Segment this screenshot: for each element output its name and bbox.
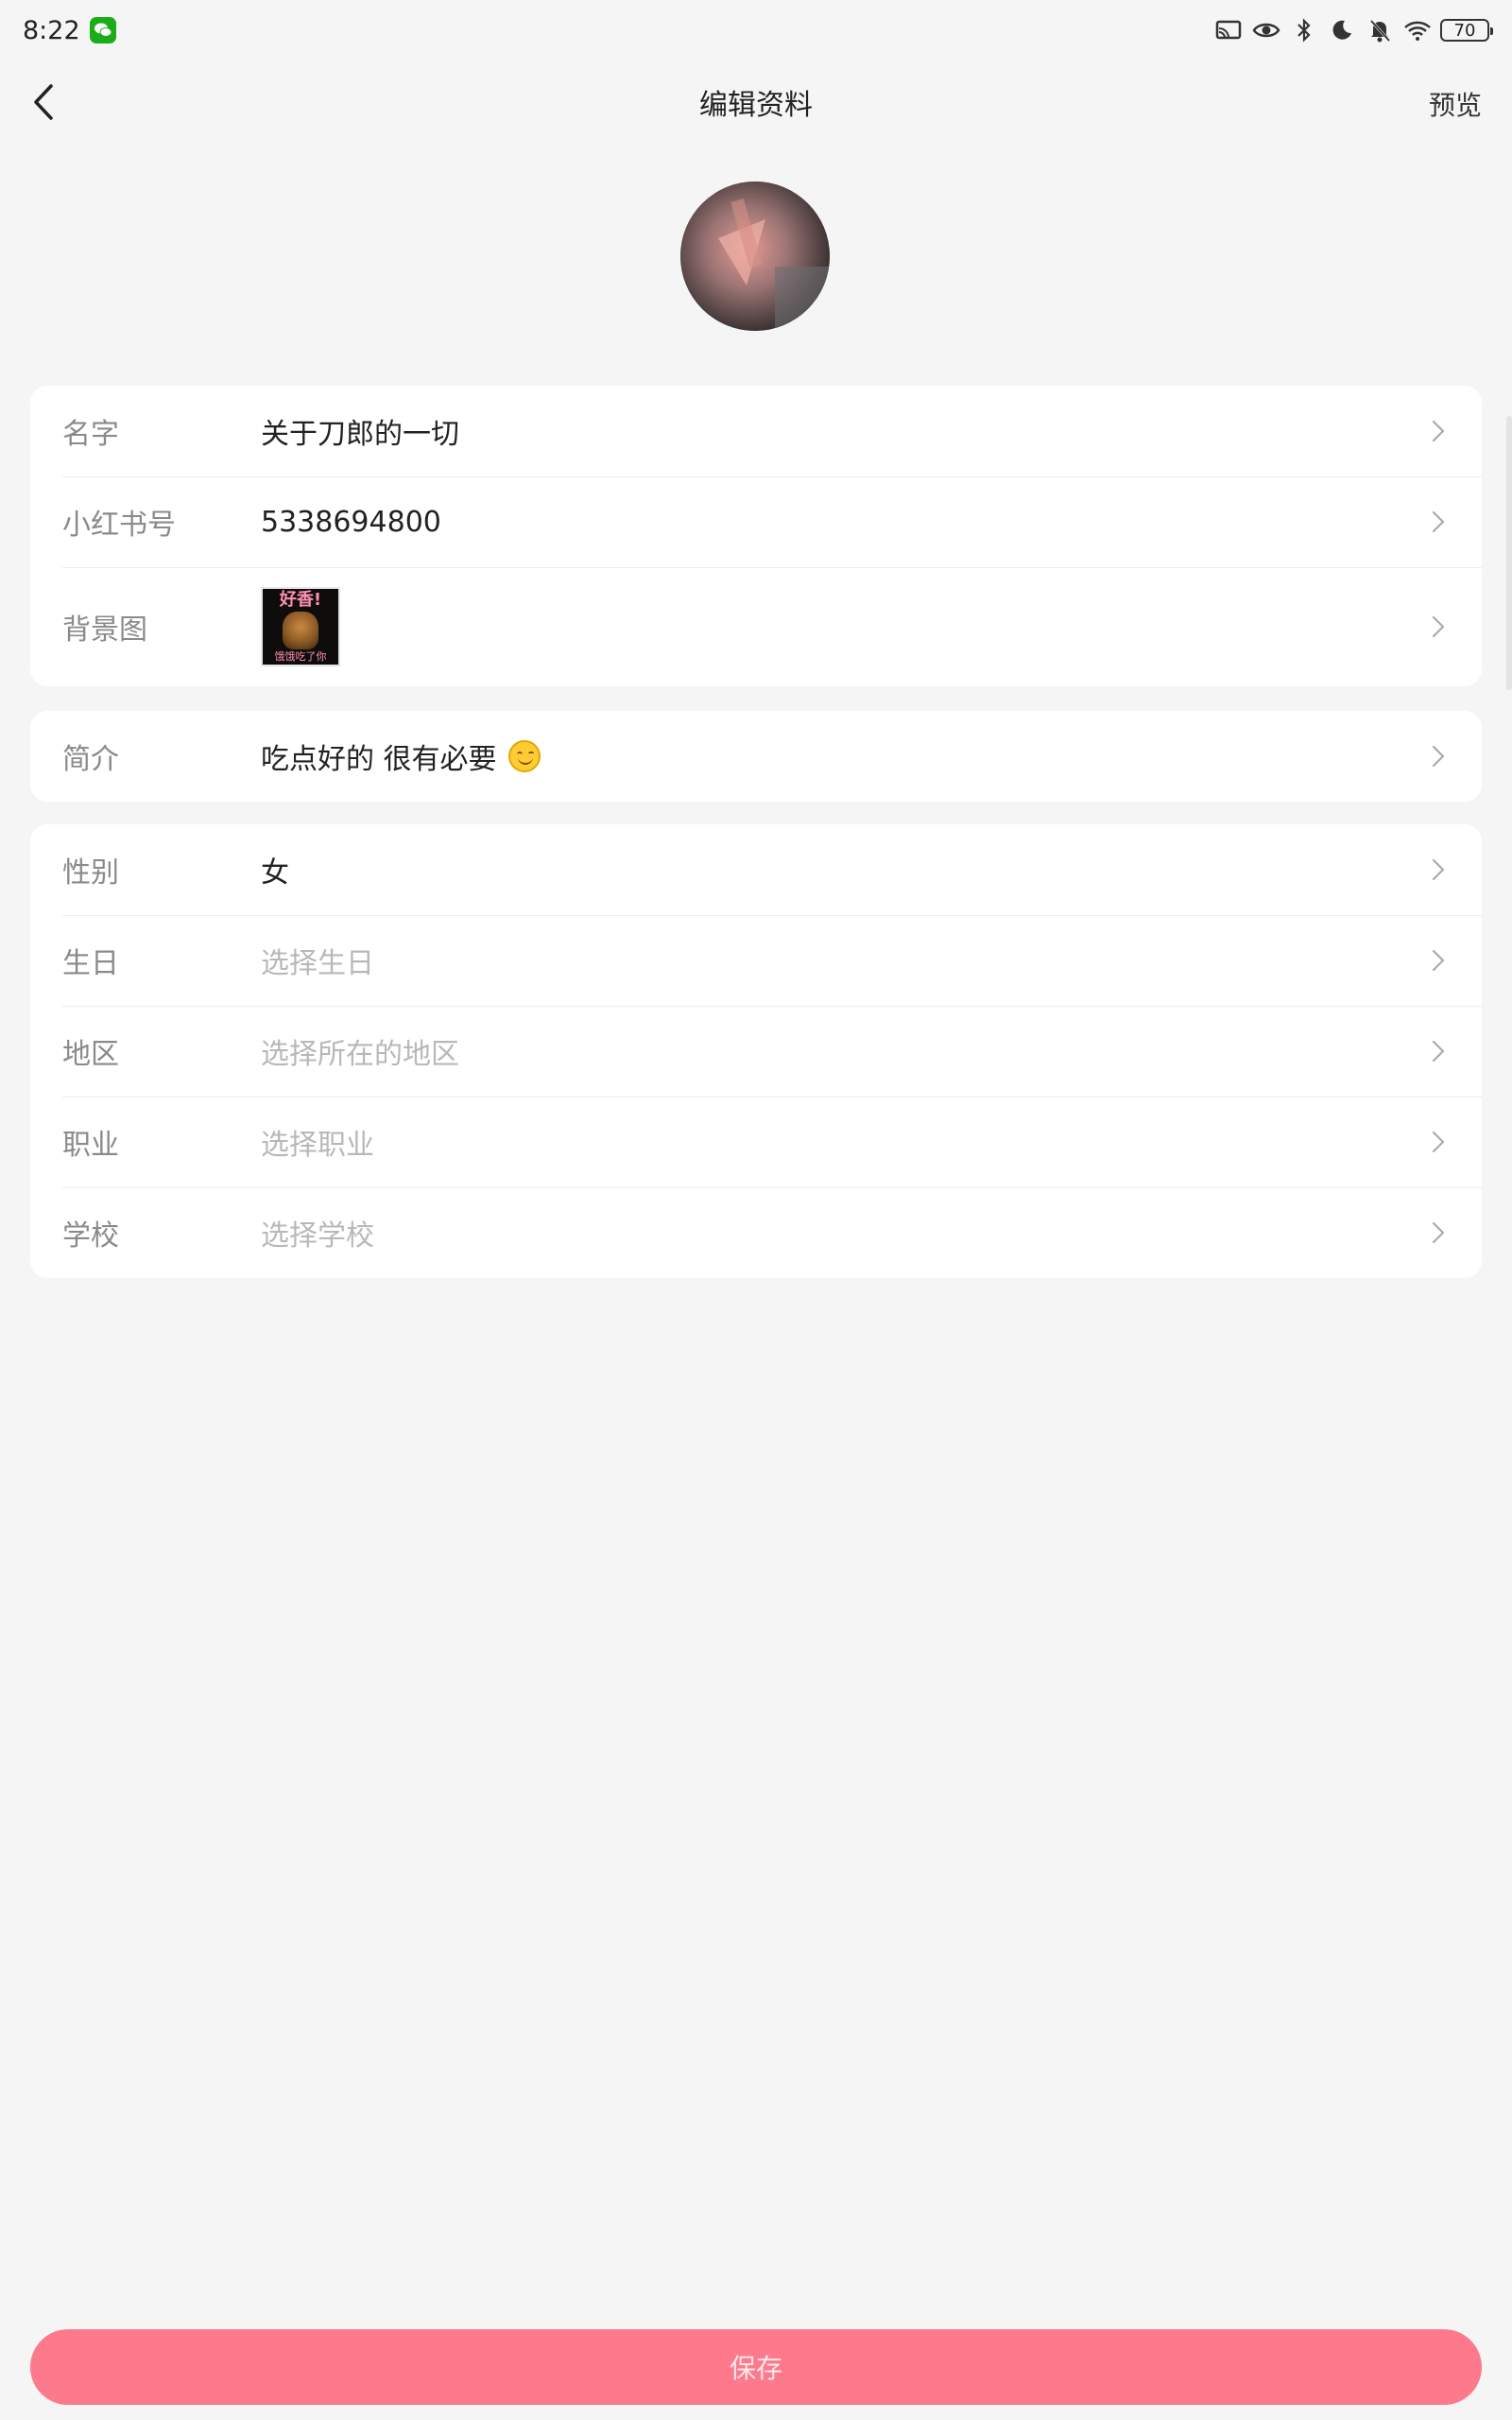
school-label: 学校 [62,1219,119,1253]
chevron-right-icon [1427,615,1450,638]
bio-card: 简介 吃点好的 很有必要 [30,711,1482,802]
scrollbar[interactable] [1506,416,1512,690]
background-thumbnail: 好香! 饿饿吃了你 [261,587,340,666]
moon-icon [1327,15,1357,45]
page-title: 编辑资料 [699,89,813,122]
name-row[interactable]: 名字 关于刀郎的一切 [30,386,1482,476]
bio-label: 简介 [62,743,119,776]
chevron-right-icon [1427,745,1450,768]
region-row[interactable]: 地区 选择所在的地区 [30,1006,1482,1097]
back-button[interactable] [21,79,66,125]
chevron-left-icon [34,84,53,120]
thumbnail-bottom-text: 饿饿吃了你 [274,650,327,663]
save-button[interactable]: 保存 [30,2329,1482,2405]
chevron-right-icon [1427,1040,1450,1063]
battery-icon: 70 [1440,19,1493,42]
status-bar: 8:22 70 [0,0,1512,60]
info-card: 性别 女 生日 选择生日 地区 选择所在的地区 职业 选择职业 学校 选择学校 [30,824,1482,1278]
bio-row[interactable]: 简介 吃点好的 很有必要 [30,711,1482,802]
chevron-right-icon [1427,949,1450,972]
status-left: 8:22 [23,16,116,45]
gender-row[interactable]: 性别 女 [30,824,1482,915]
xhs-id-row[interactable]: 小红书号 5338694800 [30,476,1482,567]
occupation-label: 职业 [62,1129,119,1162]
region-placeholder: 选择所在的地区 [261,1038,459,1071]
wifi-icon [1402,15,1433,45]
eye-icon [1251,15,1281,45]
nav-bar: 编辑资料 预览 [0,60,1512,144]
wechat-icon [89,17,116,43]
chevron-right-icon [1427,510,1450,533]
birthday-row[interactable]: 生日 选择生日 [30,915,1482,1006]
occupation-placeholder: 选择职业 [261,1129,374,1162]
chevron-right-icon [1427,1221,1450,1244]
chevron-right-icon [1427,858,1450,881]
bio-value: 吃点好的 很有必要 [261,735,1427,777]
xhs-id-label: 小红书号 [62,509,176,542]
chevron-right-icon [1427,1131,1450,1153]
profile-card: 名字 关于刀郎的一切 小红书号 5338694800 背景图 好香! 饿饿吃了你 [30,386,1482,686]
name-value: 关于刀郎的一切 [261,418,459,451]
status-time: 8:22 [23,15,80,45]
region-label: 地区 [62,1038,119,1071]
smile-emoji-icon [507,740,541,772]
tiger-image [283,612,318,649]
xhs-id-value: 5338694800 [261,505,441,539]
thumbnail-top-text: 好香! [279,590,322,610]
birthday-placeholder: 选择生日 [261,947,374,980]
bluetooth-icon [1289,15,1319,45]
avatar-image [680,182,830,331]
background-image-row[interactable]: 背景图 好香! 饿饿吃了你 [30,567,1482,686]
cast-icon [1213,15,1244,45]
bell-off-icon [1365,15,1395,45]
status-right: 70 [1213,15,1493,45]
preview-button[interactable]: 预览 [1429,85,1482,123]
bio-text: 吃点好的 很有必要 [261,743,497,776]
avatar[interactable] [680,182,830,331]
name-label: 名字 [62,418,119,451]
gender-label: 性别 [62,856,119,890]
background-image-label: 背景图 [62,614,147,647]
school-placeholder: 选择学校 [261,1219,374,1253]
birthday-label: 生日 [62,947,119,980]
school-row[interactable]: 学校 选择学校 [30,1187,1482,1278]
chevron-right-icon [1427,420,1450,442]
occupation-row[interactable]: 职业 选择职业 [30,1097,1482,1187]
gender-value: 女 [261,856,289,890]
background-image-value: 好香! 饿饿吃了你 [261,587,1427,666]
